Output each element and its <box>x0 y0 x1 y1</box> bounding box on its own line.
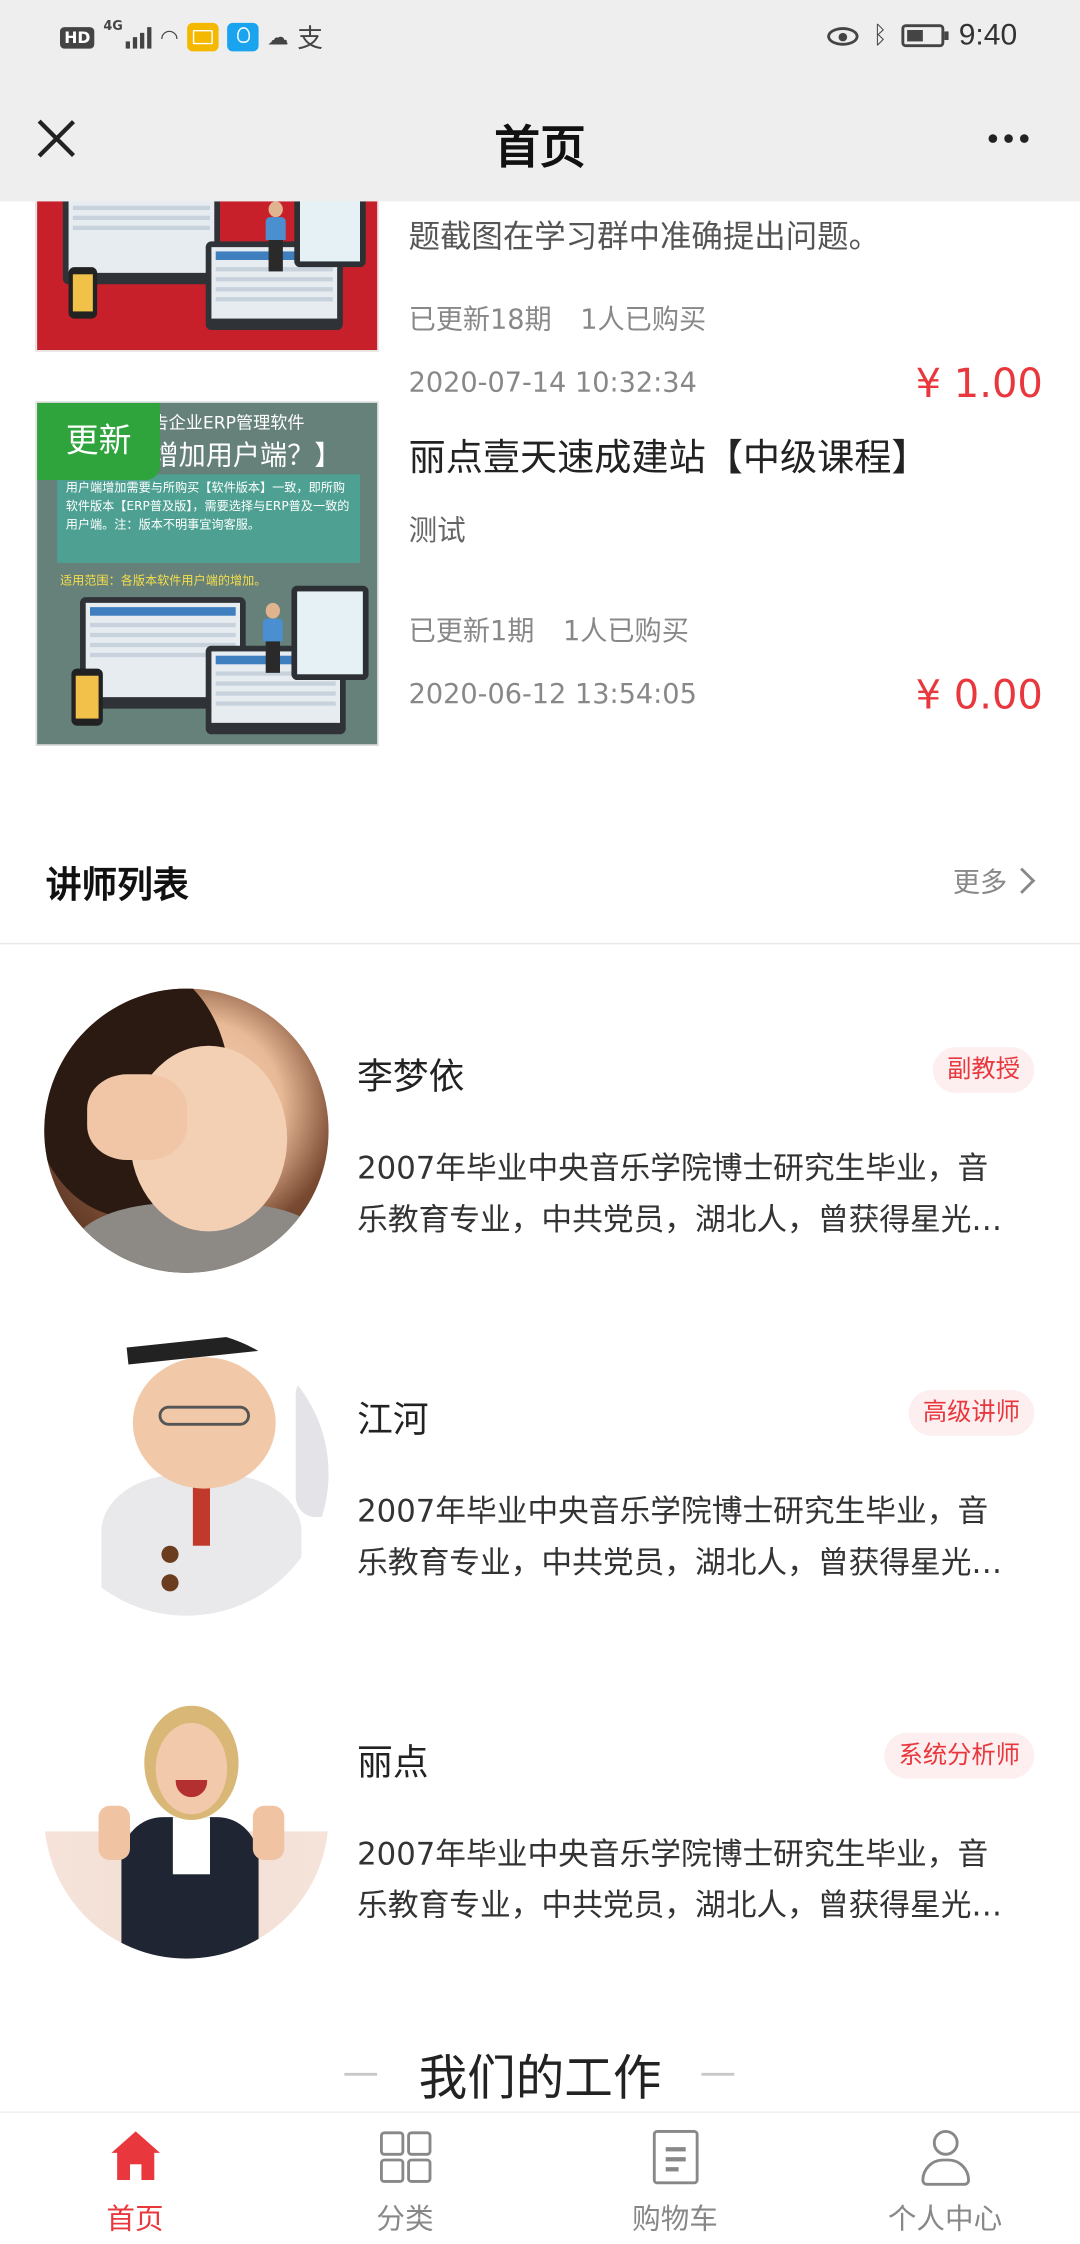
clock: 9:40 <box>958 18 1018 52</box>
hd-icon: HD <box>59 26 95 48</box>
course-buyers-count: 1人已购买 <box>580 304 707 336</box>
course-buyers-count: 1人已购买 <box>562 615 689 648</box>
course-title[interactable]: 丽点壹天速成建站【中级课程】 <box>409 429 929 482</box>
more-label: 更多 <box>952 867 1008 899</box>
section-title: 讲师列表 <box>45 864 189 906</box>
person-illustration <box>263 201 289 272</box>
chevron-right-icon <box>1009 867 1036 894</box>
avatar[interactable] <box>44 1674 329 1959</box>
grid-icon <box>379 2130 433 2184</box>
course-thumbnail[interactable]: 告企业ERP管理软件 增加用户端？】 用户端增加需要与所购买【软件版本】一致，即… <box>35 401 379 746</box>
course-date: 2020-07-14 10:32:34 <box>408 367 697 399</box>
thumbnail-subtitle: 增加用户端？】 <box>151 439 342 472</box>
eye-icon <box>827 26 859 45</box>
course-price: ¥ 0.00 <box>915 671 1043 719</box>
cloud-icon: ☁ <box>267 24 289 50</box>
thumbnail-note: 用户端增加需要与所购买【软件版本】一致，即所购软件版本【ERP普及版】，需要选择… <box>57 474 360 563</box>
thumbnail-title: 告企业ERP管理软件 <box>151 412 305 433</box>
course-meta: 已更新1期 1人已购买 <box>409 610 689 649</box>
signal-icon <box>125 26 152 49</box>
course-updated-count: 已更新1期 <box>408 615 535 648</box>
teacher-description: 2007年毕业中央音乐学院博士研究生毕业，音 乐教育专业，中共党员，湖北人，曾获… <box>357 1494 1003 1582</box>
course-description: 题截图在学习群中准确提出问题。 <box>408 219 881 256</box>
teacher-name[interactable]: 江河 <box>357 1391 428 1442</box>
teacher-title-badge: 副教授 <box>932 1047 1035 1093</box>
course-meta: 已更新18期 1人已购买 <box>409 299 707 338</box>
teacher-description: 2007年毕业中央音乐学院博士研究生毕业，音 乐教育专业，中共党员，湖北人，曾获… <box>357 1837 1003 1925</box>
battery-icon <box>901 24 949 48</box>
tab-label: 首页 <box>106 2201 164 2236</box>
teacher-title-badge: 高级讲师 <box>908 1389 1035 1436</box>
wifi-icon: ◠ <box>159 24 179 50</box>
bulb-icon <box>227 22 259 52</box>
update-badge: 更新 <box>37 402 160 480</box>
tab-profile[interactable]: 个人中心 <box>810 2113 1080 2244</box>
teacher-title-badge: 系统分析师 <box>884 1732 1035 1779</box>
page: 题截图在学习群中准确提出问题。 已更新18期 1人已购买 2020-07-14 1… <box>0 0 1080 2244</box>
teacher-name[interactable]: 丽点 <box>357 1734 428 1785</box>
tab-cart[interactable]: 购物车 <box>540 2113 810 2244</box>
tab-label: 分类 <box>376 2201 434 2236</box>
course-price: ¥ 1.00 <box>915 359 1043 408</box>
bluetooth-icon: ᛒ <box>872 21 888 50</box>
alipay-icon: 支 <box>297 24 323 55</box>
cart-doc-icon <box>652 2129 699 2185</box>
more-icon[interactable] <box>988 134 1029 143</box>
course-updated-count: 已更新18期 <box>408 304 552 336</box>
thumbnail-range: 适用范围：各版本软件用户端的增加。 <box>59 574 267 589</box>
more-link[interactable]: 更多 <box>952 861 1036 900</box>
phone-illustration <box>68 267 98 319</box>
teacher-description: 2007年毕业中央音乐学院博士研究生毕业，音 乐教育专业，中共党员，湖北人，曾获… <box>357 1151 1003 1239</box>
tab-label: 购物车 <box>632 2201 718 2236</box>
person-illustration <box>260 602 286 674</box>
tab-label: 个人中心 <box>887 2201 1003 2236</box>
tab-category[interactable]: 分类 <box>270 2113 540 2244</box>
divider <box>0 942 1080 945</box>
page-title: 首页 <box>494 119 586 175</box>
mail-icon <box>187 22 219 52</box>
nav-bar: 首页 <box>0 74 1080 202</box>
work-section-title: 我们的工作 <box>418 2049 662 2108</box>
teacher-name[interactable]: 李梦依 <box>357 1049 464 1100</box>
status-bar: HD 4G ◠ ☁ 支 ᛒ 9:40 <box>0 0 1080 75</box>
avatar[interactable] <box>44 988 329 1273</box>
tab-bar: 首页 分类 购物车 个人中心 <box>0 2111 1080 2244</box>
home-icon <box>109 2130 163 2184</box>
tab-home[interactable]: 首页 <box>0 2113 270 2244</box>
avatar[interactable] <box>44 1331 329 1616</box>
phone-illustration <box>71 668 103 726</box>
title-decoration-line <box>701 2072 735 2075</box>
course-date: 2020-06-12 13:54:05 <box>408 678 697 710</box>
course-description: 测试 <box>408 512 466 548</box>
tablet-illustration <box>291 585 369 680</box>
network-type: 4G <box>103 19 123 35</box>
user-icon <box>919 2129 973 2186</box>
